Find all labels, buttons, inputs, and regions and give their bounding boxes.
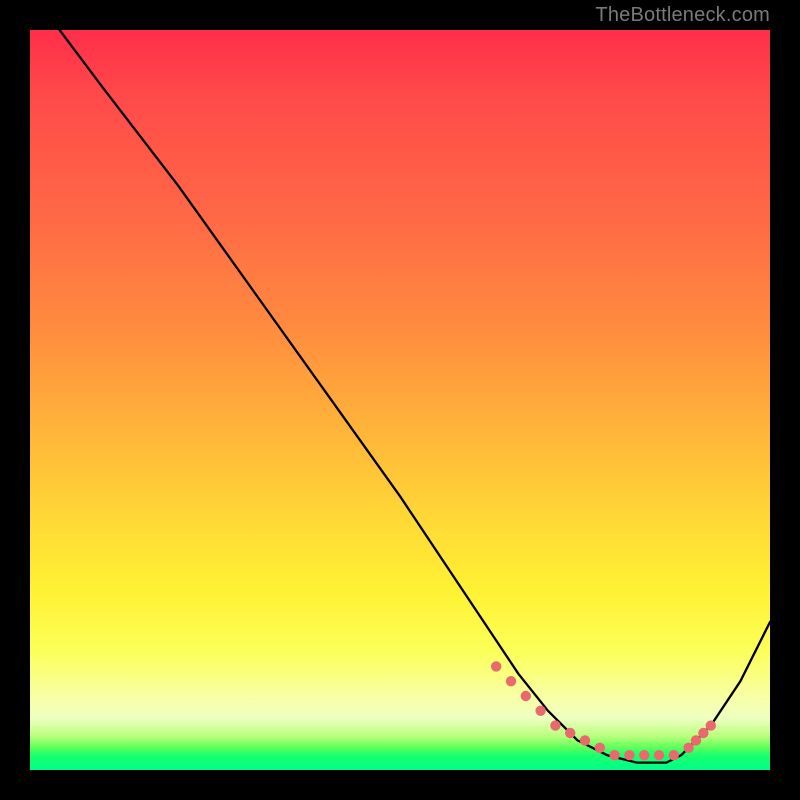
curve-markers [491,661,716,760]
curve-marker [595,743,605,753]
curve-marker [565,728,575,738]
curve-marker [609,750,619,760]
curve-marker [550,720,560,730]
curve-marker [706,720,716,730]
curve-svg [30,30,770,770]
curve-marker [654,750,664,760]
bottleneck-curve [60,30,770,763]
curve-marker [521,691,531,701]
plot-gradient-panel [30,30,770,770]
curve-marker [698,728,708,738]
curve-marker [669,750,679,760]
curve-marker [639,750,649,760]
curve-marker [624,750,634,760]
chart-stage: TheBottleneck.com [0,0,800,800]
curve-marker [683,743,693,753]
curve-marker [491,661,501,671]
watermark-text: TheBottleneck.com [595,4,770,27]
curve-marker [506,676,516,686]
curve-marker [691,735,701,745]
curve-marker [580,735,590,745]
curve-marker [535,706,545,716]
